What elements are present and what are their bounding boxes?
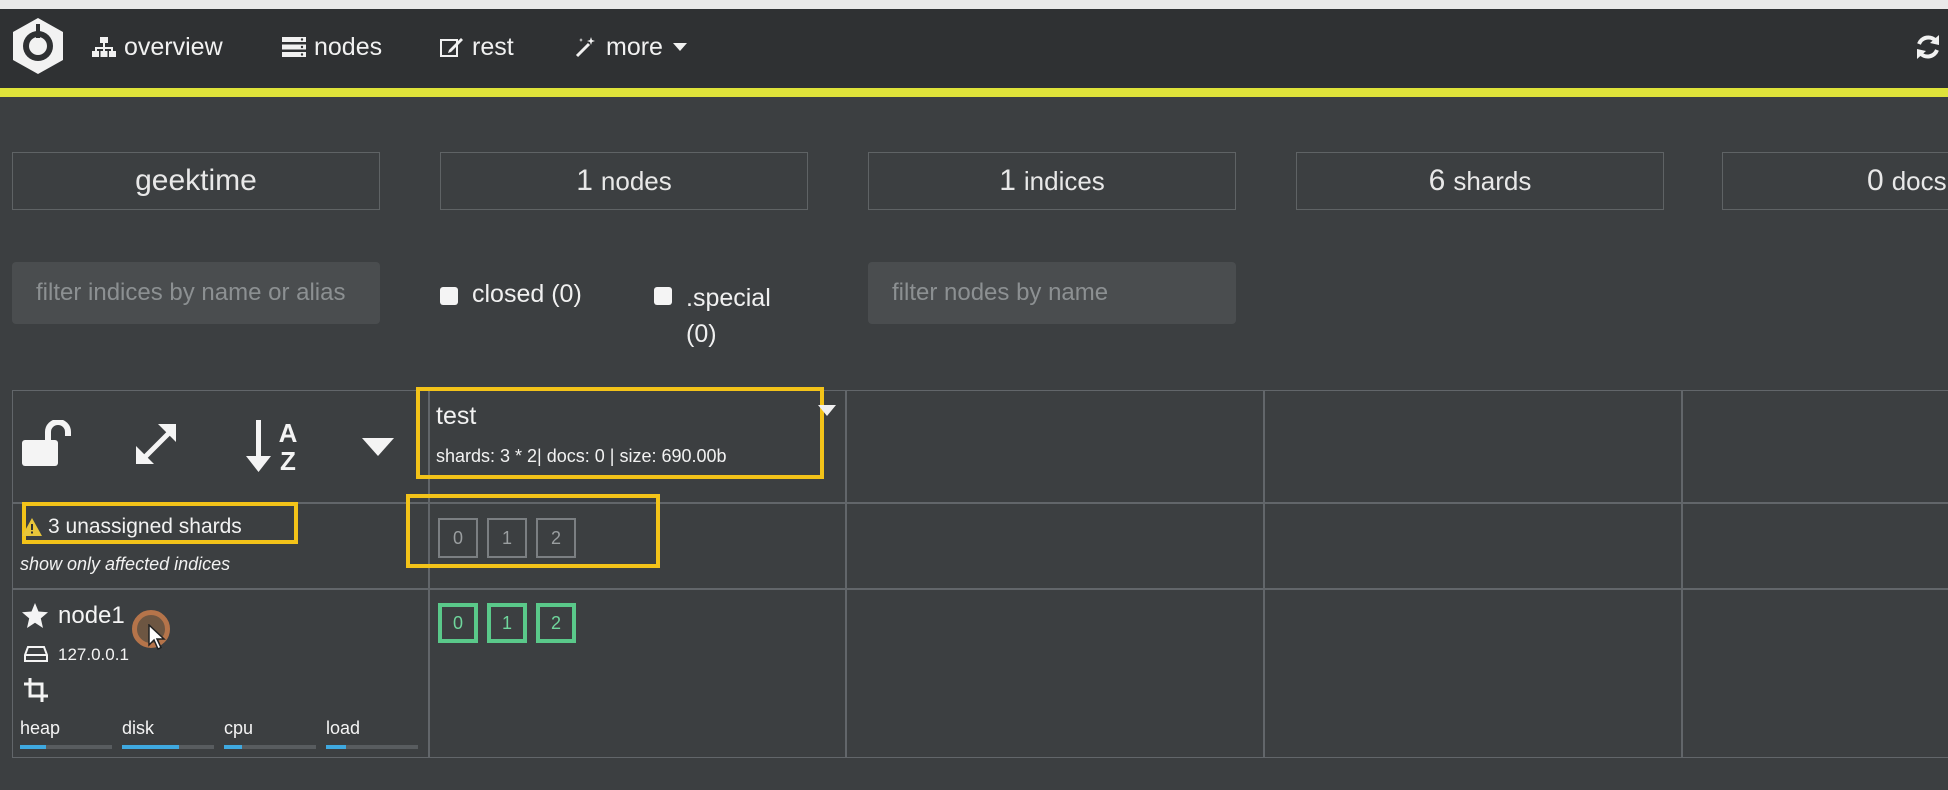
grid-divider [845,390,847,758]
metric-cpu-label: cpu [224,718,254,738]
index-name[interactable]: test [436,402,476,431]
grid-divider [12,588,1948,590]
special-checkbox-box[interactable] [654,287,672,305]
cluster-grid [12,390,1948,758]
grid-divider [1263,390,1265,758]
caret-down-icon [672,43,687,51]
special-checkbox-label: .special (0) [686,280,771,352]
crop-icon[interactable] [24,678,48,702]
unlock-icon[interactable] [20,420,72,470]
refresh-icon[interactable] [1914,32,1942,62]
nodes-count: 1 [576,164,593,197]
filter-indices-placeholder: filter indices by name or alias [36,279,346,306]
metric-load-bar [326,745,418,749]
svg-text:Z: Z [280,446,296,474]
metric-heap-bar [20,745,112,749]
unassigned-shard[interactable]: 1 [487,518,527,558]
closed-checkbox[interactable]: closed (0) [440,280,582,309]
metric-cpu-fill [224,745,243,749]
docs-count-box: 0 docs [1722,152,1948,210]
special-label-line1: .special [686,284,771,312]
server-icon [282,37,306,57]
metric-cpu-bar [224,745,316,749]
sitemap-icon [92,37,116,57]
node-ip: 127.0.0.1 [58,645,129,664]
metric-disk-fill [122,745,180,749]
nav-nodes-label: nodes [314,32,383,61]
cluster-name: geektime [135,164,257,197]
special-checkbox[interactable]: .special (0) [654,280,771,352]
grid-divider [1681,390,1683,758]
unassigned-shard[interactable]: 0 [438,518,478,558]
unassigned-shards-label: 3 unassigned shards [22,515,242,539]
nav-rest-label: rest [472,32,514,61]
show-affected-link[interactable]: show only affected indices [20,554,230,575]
warning-icon [22,518,42,536]
nodes-count-label: nodes [600,165,672,196]
sort-alpha-icon[interactable]: A Z [246,416,302,474]
shards-count: 6 [1428,164,1446,197]
unassigned-shard[interactable]: 2 [536,518,576,558]
metric-heap-fill [20,745,46,749]
docs-count: 0 [1867,164,1884,197]
nav-rest[interactable]: rest [440,30,514,64]
nav-overview[interactable]: overview [92,30,223,64]
metric-load-label: load [326,718,361,738]
indices-count: 1 [999,164,1016,197]
nodes-count-box: 1 nodes [440,152,808,210]
magic-wand-icon [575,37,595,58]
cluster-name-box: geektime [12,152,380,210]
hdd-icon [24,646,48,662]
cerebro-logo-icon[interactable] [10,16,66,76]
indices-count-label: indices [1023,165,1105,196]
nav-more-label: more [606,32,663,61]
window-top-strip [0,0,1948,9]
index-meta: shards: 3 * 2| docs: 0 | size: 690.00b [436,446,727,466]
index-caret-icon[interactable] [818,405,836,416]
closed-checkbox-box[interactable] [440,287,458,305]
indices-count-box: 1 indices [868,152,1236,210]
filter-indices-input[interactable]: filter indices by name or alias [12,262,380,324]
mouse-pointer-icon [148,624,166,650]
metric-load-fill [326,745,347,749]
master-star-icon [22,603,48,628]
caret-down-icon[interactable] [362,438,394,458]
closed-checkbox-label: closed (0) [472,280,582,308]
nav-more-dropdown[interactable]: more [574,30,687,64]
unassigned-shards-text: 3 unassigned shards [48,515,242,538]
metric-heap-label: heap [20,718,61,738]
metric-disk-label: disk [122,718,155,738]
assigned-shard[interactable]: 1 [487,603,527,643]
shards-count-label: shards [1453,165,1532,196]
grid-divider [12,502,1948,504]
metric-disk-bar [122,745,214,749]
assigned-shard[interactable]: 0 [438,603,478,643]
svg-text:A: A [279,418,298,448]
special-label-line2: (0) [686,320,717,348]
nav-nodes[interactable]: nodes [282,30,382,64]
docs-count-label: docs [1891,165,1947,196]
expand-icon[interactable] [132,420,182,470]
shards-count-box: 6 shards [1296,152,1664,210]
accent-line [0,88,1948,97]
assigned-shard[interactable]: 2 [536,603,576,643]
edit-icon [440,38,463,57]
filter-nodes-input[interactable]: filter nodes by name [868,262,1236,324]
node-name[interactable]: node1 [58,602,125,630]
filter-nodes-placeholder: filter nodes by name [892,279,1109,306]
nav-overview-label: overview [124,32,223,61]
